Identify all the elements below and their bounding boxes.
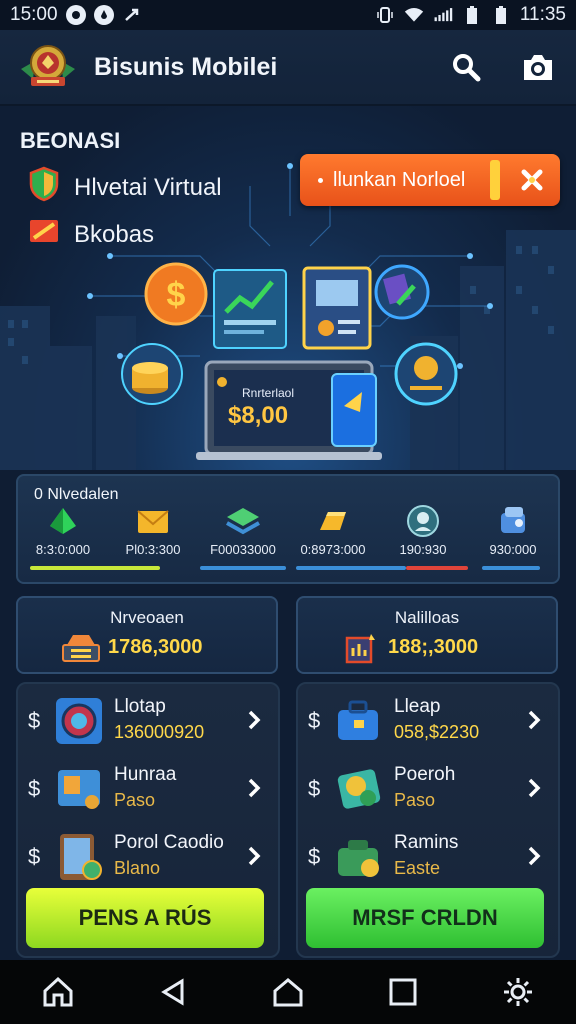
envelope-icon	[135, 502, 171, 540]
money-bag-icon	[338, 840, 379, 877]
overview-item[interactable]: 0:8973:000	[288, 502, 378, 557]
dollar-icon: $	[28, 844, 41, 869]
overview-item[interactable]: 190:930	[378, 502, 468, 557]
stat-card-revenue[interactable]: Nrveoaen 1786,3000	[16, 596, 278, 674]
list-item[interactable]: $ Llotap 136000920	[18, 688, 278, 754]
list-item-subtitle: 136000920	[114, 722, 205, 742]
list-item-subtitle: Easte	[394, 858, 441, 878]
signal-arrow-icon	[122, 5, 142, 25]
list-item[interactable]: $ Porol Caodio Blano	[18, 824, 278, 890]
overview-value: Pl0:3:300	[125, 542, 181, 557]
list-item[interactable]: $ Poeroh Paso	[298, 756, 558, 822]
overview-item[interactable]: 930:000	[468, 502, 558, 557]
overview-card[interactable]: 0 Nlvedalen 8:3:0:000 Pl0:3:300 F0003300…	[16, 474, 560, 584]
overview-item[interactable]: 8:3:0:000	[18, 502, 108, 557]
status-time: 15:00	[10, 4, 58, 25]
overview-value: 930:000	[489, 542, 537, 557]
overview-progress-bars	[30, 566, 540, 570]
dollar-icon: $	[28, 776, 41, 801]
overview-value: 8:3:0:000	[35, 542, 91, 557]
primary-action-button[interactable]: PENS A RÚS	[26, 888, 264, 948]
list-item-subtitle: Paso	[114, 790, 156, 810]
dollar-icon: $	[308, 776, 321, 801]
dial-icon	[56, 698, 102, 744]
settings-icon[interactable]	[498, 972, 538, 1012]
list-item[interactable]: $ Ramins Easte	[298, 824, 558, 890]
status-bar: 15:00 11:35	[0, 0, 576, 30]
app-title: Bisunis Mobilei	[94, 52, 278, 81]
list-item-title: Llotap	[114, 696, 166, 717]
wifi-icon	[404, 5, 424, 25]
list-item-subtitle: Paso	[394, 790, 436, 810]
stat-label: Nrveoaen	[110, 608, 184, 627]
list-item-subtitle: 058,$2230	[394, 722, 480, 742]
list-item-title: Ramins	[394, 832, 459, 853]
list-item[interactable]: $ Lleap 058,$2230	[298, 688, 558, 754]
drop-icon	[93, 5, 114, 25]
overview-value: 190:930	[399, 542, 447, 557]
list-item-title: Lleap	[394, 696, 441, 717]
camera-icon[interactable]	[520, 49, 556, 85]
overview-item[interactable]: F00033000	[198, 502, 288, 557]
coin-card-icon	[337, 769, 381, 809]
secondary-action-button[interactable]: MRSF CRLDN	[306, 888, 544, 948]
device-price: $8,00	[228, 402, 289, 429]
battery-icon	[462, 5, 482, 25]
battery-icon-2	[491, 5, 511, 25]
gold-bar-icon	[314, 502, 352, 540]
chevron-right-icon	[248, 778, 261, 798]
card-chart-icon	[58, 770, 100, 809]
medal-icon	[405, 502, 441, 540]
chart-board-icon	[338, 630, 384, 666]
app-header: Bisunis Mobilei	[0, 30, 576, 106]
chevron-right-icon	[248, 710, 261, 730]
overview-value: 0:8973:000	[300, 542, 366, 557]
cell-signal-icon	[433, 5, 453, 25]
recents-icon[interactable]	[383, 972, 423, 1012]
overview-value: F00033000	[210, 542, 276, 557]
list-panel-left: $ Llotap 136000920 $ Hunraa Paso $ Porol…	[16, 682, 280, 958]
tablet-icon	[60, 834, 102, 880]
cash-register-icon	[58, 630, 104, 666]
device-label: Rnrterlaol	[242, 386, 295, 400]
overview-item[interactable]: Pl0:3:300	[108, 502, 198, 557]
stat-label: Nalilloas	[394, 608, 460, 627]
notification-icon	[65, 5, 86, 25]
hero-banner: BEONASI Hlvetai Virtual Bkobas llunkan N…	[0, 106, 576, 470]
gem-icon	[46, 502, 80, 540]
list-item[interactable]: $ Hunraa Paso	[18, 756, 278, 822]
list-panel-right: $ Lleap 058,$2230 $ Poeroh Paso $ Ramins…	[296, 682, 560, 958]
vibrate-icon	[375, 5, 395, 25]
list-item-title: Hunraa	[114, 764, 177, 785]
chevron-right-icon	[528, 778, 541, 798]
dollar-icon: $	[308, 708, 321, 733]
dollar-icon: $	[308, 844, 321, 869]
search-icon[interactable]	[448, 49, 484, 85]
status-clock: 11:35	[519, 4, 566, 25]
system-nav-bar	[0, 960, 576, 1024]
chevron-right-icon	[528, 710, 541, 730]
stat-value: 1786,3000	[108, 636, 203, 658]
chevron-right-icon	[528, 846, 541, 866]
list-item-subtitle: Blano	[114, 858, 161, 878]
list-item-title: Porol Caodio	[114, 832, 224, 853]
briefcase-icon	[338, 700, 378, 740]
home-icon[interactable]	[268, 972, 308, 1012]
logo-emblem[interactable]	[16, 35, 80, 99]
dollar-icon: $	[28, 708, 41, 733]
chevron-right-icon	[248, 846, 261, 866]
cube-icon	[495, 502, 531, 540]
home-outline-icon[interactable]	[38, 972, 78, 1012]
svg-text:$: $	[167, 276, 186, 314]
back-icon[interactable]	[153, 972, 193, 1012]
stack-icon	[223, 502, 263, 540]
stat-value: 188;,3000	[388, 636, 479, 658]
list-item-title: Poeroh	[394, 764, 456, 785]
stat-card-balance[interactable]: Nalilloas 188;,3000	[296, 596, 558, 674]
